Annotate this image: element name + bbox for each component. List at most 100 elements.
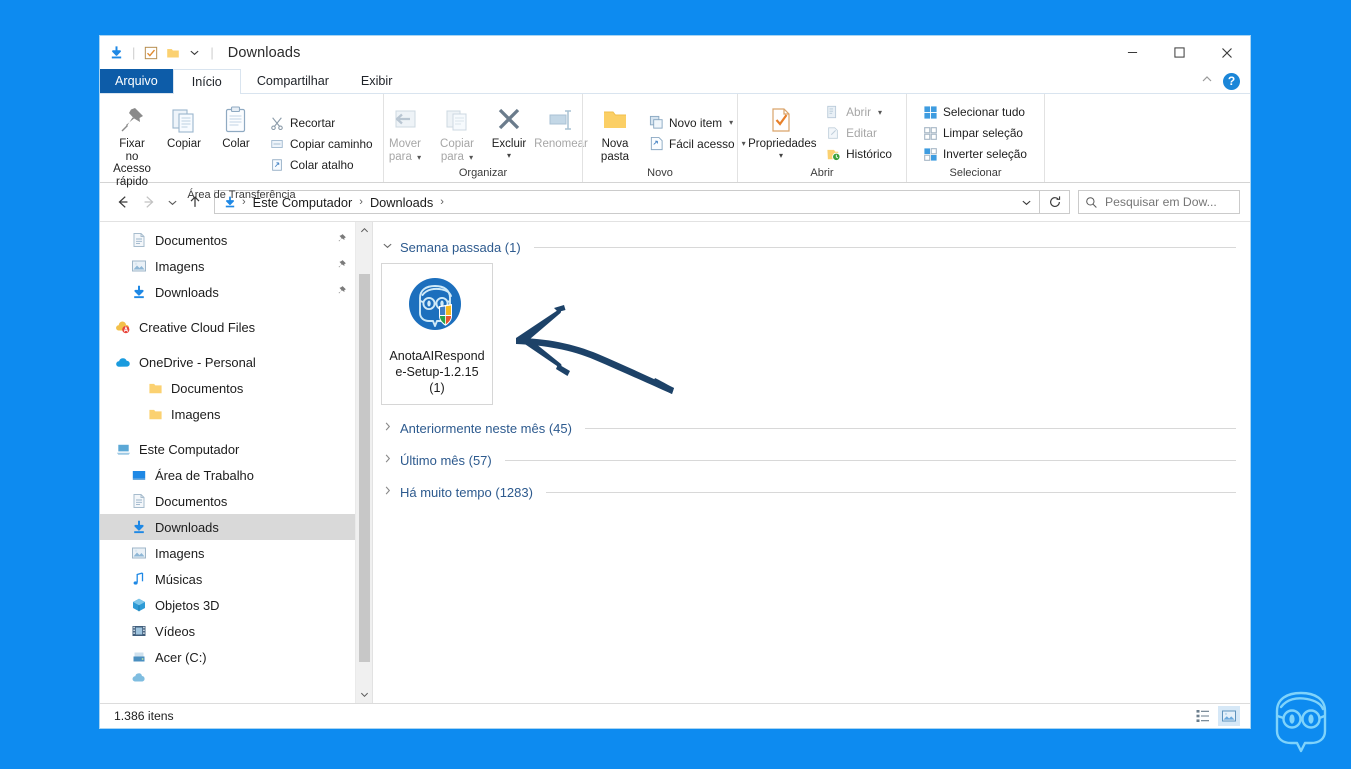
pin-to-quick-access-button[interactable]: Fixar no Acesso rápido (106, 98, 158, 188)
invert-selection-button[interactable]: Inverter seleção (919, 144, 1033, 165)
navigation-scrollbar[interactable] (355, 222, 372, 703)
checkbox-icon[interactable] (142, 44, 159, 61)
open-button[interactable]: Abrir ▾ (822, 102, 898, 123)
group-label-open: Abrir (810, 167, 834, 179)
nav-item-videos[interactable]: Vídeos (100, 618, 355, 644)
pictures-icon (130, 257, 148, 275)
history-button[interactable]: Histórico (822, 144, 898, 165)
nav-item-onedrive-personal[interactable]: OneDrive - Personal (100, 349, 355, 375)
open-label: Abrir (846, 105, 872, 119)
paste-shortcut-button[interactable]: Colar atalho (266, 155, 379, 176)
nav-item-area-de-trabalho[interactable]: Área de Trabalho (100, 462, 355, 488)
select-all-icon (922, 104, 938, 120)
properties-button[interactable]: Propriedades ▾ (744, 98, 818, 166)
anotaai-installer-icon (401, 270, 473, 342)
breadcrumb-dropdown-button[interactable] (1015, 191, 1037, 213)
download-icon (130, 283, 148, 301)
nav-item-imagens-qa[interactable]: Imagens (100, 253, 355, 279)
chevron-down-icon[interactable]: ▾ (507, 151, 511, 160)
chevron-down-icon[interactable] (186, 44, 203, 61)
file-list-pane[interactable]: Semana passada (1) AnotaAIResponde-Setup… (373, 222, 1250, 703)
maximize-button[interactable] (1156, 36, 1203, 69)
nav-item-musicas[interactable]: Músicas (100, 566, 355, 592)
easy-access-button[interactable]: Fácil acesso ▾ (645, 133, 752, 154)
pin-icon[interactable] (336, 233, 347, 247)
paste-button[interactable]: Colar (210, 98, 262, 188)
close-button[interactable] (1203, 36, 1250, 69)
documents-icon (130, 231, 148, 249)
easy-access-icon (648, 136, 664, 152)
nav-item-onedrive-documentos[interactable]: Documentos (100, 375, 355, 401)
nav-item-downloads-pc[interactable]: Downloads (100, 514, 355, 540)
chevron-right-icon[interactable] (381, 453, 393, 467)
scrollbar-thumb[interactable] (359, 274, 370, 662)
chevron-up-icon[interactable] (356, 222, 373, 239)
download-icon[interactable] (108, 44, 125, 61)
rename-button[interactable]: Renomear (534, 98, 588, 166)
nav-item-documentos-qa[interactable]: Documentos (100, 227, 355, 253)
ribbon-group-select: Selecionar tudo Limpar seleção Inverter … (906, 94, 1044, 182)
select-all-button[interactable]: Selecionar tudo (919, 102, 1033, 123)
group-header-semana-passada[interactable]: Semana passada (1) (373, 234, 1250, 260)
nav-item-creative-cloud-files[interactable]: Creative Cloud Files (100, 314, 355, 340)
nav-item-acer-c[interactable]: Acer (C:) (100, 644, 355, 670)
new-item-button[interactable]: Novo item ▾ (645, 112, 752, 133)
cut-button[interactable]: Recortar (266, 113, 379, 134)
videos-icon (130, 622, 148, 640)
nav-item-documentos-pc[interactable]: Documentos (100, 488, 355, 514)
group-header-anteriormente-neste-mes[interactable]: Anteriormente neste mês (45) (373, 415, 1250, 441)
refresh-button[interactable] (1040, 190, 1070, 214)
nav-item-objetos-3d[interactable]: Objetos 3D (100, 592, 355, 618)
nav-item-imagens-pc[interactable]: Imagens (100, 540, 355, 566)
nav-item-rede-partial[interactable] (100, 670, 355, 682)
delete-button[interactable]: Excluir ▾ (483, 98, 535, 166)
copy-path-button[interactable]: Copiar caminho (266, 134, 379, 155)
large-icons-view-button[interactable] (1218, 706, 1240, 726)
explorer-window: | | Downloads Arquivo Início Compartilha… (99, 35, 1251, 729)
tab-compartilhar[interactable]: Compartilhar (241, 69, 345, 93)
breadcrumb-separator[interactable]: › (437, 196, 447, 208)
move-to-button[interactable]: Mover para ▾ (379, 98, 431, 166)
select-none-button[interactable]: Limpar seleção (919, 123, 1033, 144)
edit-button[interactable]: Editar (822, 123, 898, 144)
ribbon-group-new: Nova pasta Novo item ▾ Fácil acesso ▾ No… (582, 94, 746, 182)
folder-icon[interactable] (164, 44, 181, 61)
minimize-button[interactable] (1109, 36, 1156, 69)
chevron-right-icon[interactable] (381, 485, 393, 499)
details-view-button[interactable] (1192, 706, 1214, 726)
pin-icon[interactable] (336, 285, 347, 299)
nav-item-onedrive-imagens[interactable]: Imagens (100, 401, 355, 427)
group-header-ha-muito-tempo[interactable]: Há muito tempo (1283) (373, 479, 1250, 505)
pin-icon[interactable] (336, 259, 347, 273)
chevron-down-icon[interactable] (381, 240, 393, 254)
group-label-organize: Organizar (458, 167, 508, 179)
tab-exibir[interactable]: Exibir (345, 69, 409, 93)
chevron-down-icon[interactable] (356, 686, 373, 703)
tab-arquivo[interactable]: Arquivo (100, 69, 173, 93)
chevron-right-icon[interactable] (381, 421, 393, 435)
group-header-ultimo-mes[interactable]: Último mês (57) (373, 447, 1250, 473)
chevron-down-icon[interactable]: ▾ (729, 118, 733, 127)
copy-to-button[interactable]: Copiar para ▾ (431, 98, 483, 166)
tab-inicio[interactable]: Início (172, 69, 241, 94)
nav-item-este-computador[interactable]: Este Computador (100, 436, 355, 462)
window-controls (1109, 36, 1250, 69)
new-folder-button[interactable]: Nova pasta (589, 98, 641, 166)
chevron-up-icon[interactable] (1201, 72, 1213, 90)
ribbon-group-open: Propriedades ▾ Abrir ▾ Editar Histórico … (737, 94, 906, 182)
scissors-icon (269, 115, 285, 131)
documents-icon (130, 492, 148, 510)
copy-label: Copiar (167, 138, 201, 150)
group-label: Anteriormente neste mês (45) (400, 420, 572, 436)
nav-item-downloads-qa[interactable]: Downloads (100, 279, 355, 305)
chevron-down-icon[interactable]: ▾ (779, 151, 783, 160)
select-small-commands: Selecionar tudo Limpar seleção Inverter … (913, 98, 1035, 166)
search-input[interactable]: Pesquisar em Dow... (1078, 190, 1240, 214)
file-item-anotaai-setup[interactable]: AnotaAIResponde-Setup-1.2.15 (1) (381, 263, 493, 405)
copy-button[interactable]: Copiar (158, 98, 210, 188)
help-button[interactable]: ? (1223, 72, 1240, 90)
chevron-down-icon[interactable]: ▾ (878, 108, 882, 117)
invert-selection-label: Inverter seleção (943, 147, 1027, 161)
group-label: Há muito tempo (1283) (400, 484, 533, 500)
